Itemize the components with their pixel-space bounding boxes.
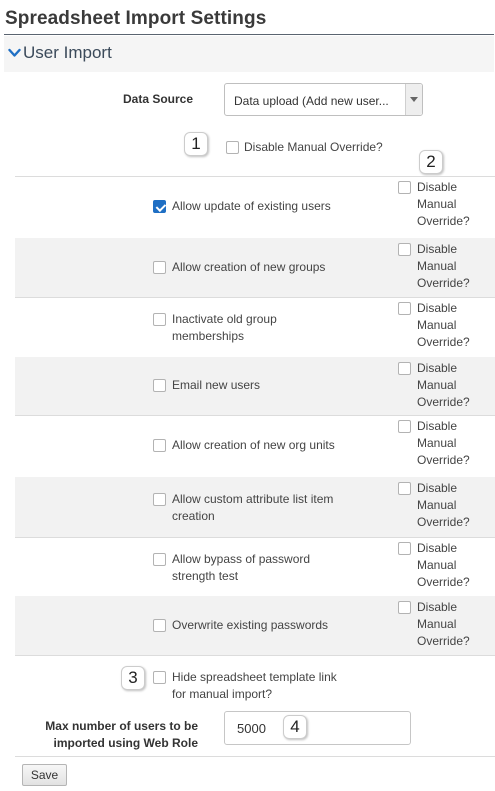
option-checkbox[interactable] [153,261,166,274]
chevron-down-icon[interactable] [8,48,21,58]
option-label: Email new users [172,377,260,394]
hide-template-link-checkbox[interactable] [153,671,166,684]
label-line: Manual [417,558,457,572]
label-line: Manual [417,498,457,512]
disable-override-checkbox[interactable] [398,482,411,495]
label-line: Manual [417,318,457,332]
label-line: Manual [417,617,457,631]
label-line: Disable [417,301,458,315]
label-line: Override? [417,214,470,228]
dropdown-arrow-icon[interactable] [405,84,422,115]
data-source-value: Data upload (Add new user... [234,94,389,108]
disable-override-label: Disable Manual Override? [417,418,487,469]
label-line: Email new users [172,378,261,392]
disable-override-label: Disable Manual Override? [417,241,487,292]
disable-override-checkbox[interactable] [398,362,411,375]
label-line: memberships [172,329,245,343]
label-line: Manual [417,197,457,211]
label-line: Allow creation of new groups [172,260,326,274]
global-disable-override-checkbox[interactable] [226,141,239,154]
label-line: for manual import? [172,687,273,701]
disable-override-label: Disable Manual Override? [417,360,487,411]
callout-badge-2: 2 [419,150,443,174]
option-label: Allow creation of new org units [172,437,335,454]
option-checkbox[interactable] [153,313,166,326]
option-checkbox[interactable] [153,553,166,566]
option-label: Overwrite existing passwords [172,617,328,634]
disable-override-checkbox[interactable] [398,601,411,614]
label-line: Override? [417,276,470,290]
disable-override-checkbox[interactable] [398,181,411,194]
label-line: Max number of users to be [45,719,198,733]
label-line: Disable [417,541,458,555]
label-line: Override? [417,395,470,409]
label-line: Manual [417,259,457,273]
data-source-label: Data Source [123,92,194,106]
option-checkbox[interactable] [153,379,166,392]
title-divider [4,34,494,35]
data-source-select[interactable]: Data upload (Add new user... [224,83,423,116]
label-line: creation [172,509,215,523]
section-title[interactable]: User Import [23,43,112,63]
option-label: Allow creation of new groups [172,259,325,276]
label-line: Override? [417,335,470,349]
max-users-input[interactable] [224,711,411,745]
label-line: Manual [417,378,457,392]
label-line: Allow bypass of password [172,552,311,566]
label-line: Disable [417,242,458,256]
callout-badge-3: 3 [121,666,145,690]
option-label: Inactivate old group memberships [172,311,277,345]
label-line: Override? [417,515,470,529]
disable-override-label: Disable Manual Override? [417,540,487,591]
option-label: Allow custom attribute list item creation [172,491,333,525]
label-line: imported using Web Role [53,736,198,750]
label-line: Disable [417,180,458,194]
label-line: Override? [417,575,470,589]
label-line: Allow creation of new org units [172,438,335,452]
option-label: Allow bypass of password strength test [172,551,310,585]
disable-override-checkbox[interactable] [398,302,411,315]
hide-template-link-label: Hide spreadsheet template link for manua… [172,669,337,703]
option-checkbox[interactable] [153,619,166,632]
label-line: Override? [417,634,470,648]
max-users-label: Max number of users to be imported using… [30,718,198,752]
label-line: Disable [417,600,458,614]
option-checkbox[interactable] [153,439,166,452]
label-line: Hide spreadsheet template link [172,670,337,684]
label-line: Allow update of existing users [172,199,331,213]
label-line: Override? [417,453,470,467]
option-label: Allow update of existing users [172,198,331,215]
divider [15,655,495,656]
disable-override-checkbox[interactable] [398,243,411,256]
callout-badge-4: 4 [283,715,307,739]
disable-override-label: Disable Manual Override? [417,599,487,650]
label-line: strength test [172,569,239,583]
label-line: Disable [417,361,458,375]
label-line: Allow custom attribute list item [172,492,334,506]
disable-override-label: Disable Manual Override? [417,480,487,531]
label-line: Disable [417,481,458,495]
label-line: Inactivate old group [172,312,277,326]
divider [15,756,495,757]
disable-override-checkbox[interactable] [398,542,411,555]
label-line: Manual [417,436,457,450]
option-checkbox[interactable] [153,493,166,506]
disable-override-label: Disable Manual Override? [417,300,487,351]
save-button[interactable]: Save [22,764,67,786]
label-line: Disable [417,419,458,433]
disable-override-checkbox[interactable] [398,420,411,433]
disable-override-label: Disable Manual Override? [417,179,487,230]
label-line: Overwrite existing passwords [172,618,329,632]
option-checkbox[interactable] [153,200,166,213]
page-title: Spreadsheet Import Settings [5,8,267,29]
global-disable-override-label: Disable Manual Override? [244,140,383,154]
callout-badge-1: 1 [184,132,208,156]
